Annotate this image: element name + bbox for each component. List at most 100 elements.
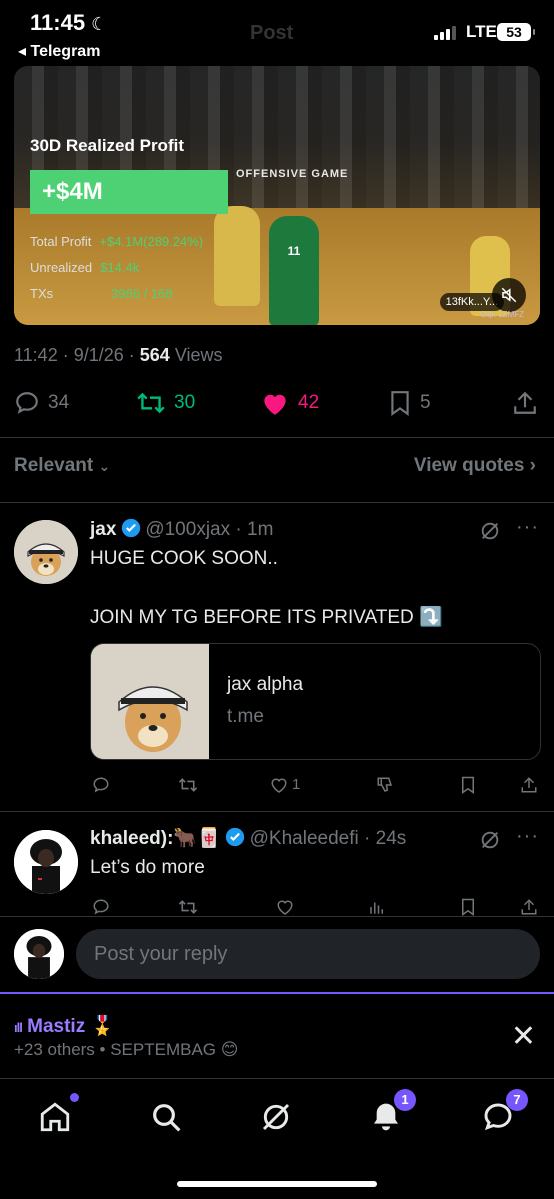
live-space-subtitle: +23 others • SEPTEMBAG 😊 — [14, 1040, 239, 1059]
bookmark-icon — [391, 391, 409, 416]
status-time: 11:45 ☾ — [30, 10, 108, 35]
repost-icon — [178, 900, 198, 914]
live-space-bar[interactable]: ıll Mastiz 🎖️ +23 others • SEPTEMBAG 😊 ✕ — [0, 992, 554, 1078]
tab-grok[interactable] — [256, 1097, 296, 1137]
share-icon — [521, 777, 537, 793]
avatar-character-image — [14, 830, 78, 894]
post-meta: 11:42 · 9/1/26 · 564 Views — [14, 345, 223, 365]
stat-title: 30D Realized Profit — [30, 136, 184, 155]
overlay-text: OFFENSIVE GAME — [236, 168, 349, 180]
stat-row: TXs 3986 / 168 — [30, 286, 173, 301]
heart-icon — [271, 778, 287, 793]
link-domain: t.me — [227, 706, 264, 727]
reply-button[interactable]: 34 — [14, 390, 69, 416]
divider — [0, 811, 554, 812]
grok-icon — [262, 1103, 290, 1131]
like-button[interactable]: 42 — [260, 390, 319, 416]
bookmark-button[interactable]: 5 — [388, 390, 431, 416]
stat-row: Unrealized $14.4k — [30, 260, 140, 275]
more-options-icon[interactable]: ··· — [516, 516, 539, 539]
reply-time: 1m — [247, 519, 274, 540]
repost-button[interactable]: 30 — [136, 390, 195, 416]
reply-icon — [93, 777, 109, 793]
reply-icon — [16, 392, 38, 414]
tab-search[interactable] — [146, 1097, 186, 1137]
post-actions: 34 30 42 5 — [0, 390, 554, 422]
avatar-dog-image — [14, 520, 78, 584]
tab-notifications[interactable]: 1 — [366, 1089, 416, 1137]
notification-dot — [70, 1093, 79, 1102]
repost-icon — [137, 392, 165, 414]
reply-button[interactable] — [92, 898, 110, 916]
like-button[interactable]: 1 — [270, 776, 300, 793]
downvote-button[interactable] — [376, 776, 394, 794]
grok-icon[interactable] — [479, 829, 501, 851]
reply-text: HUGE COOK SOON.. — [90, 548, 278, 569]
avatar[interactable] — [14, 520, 78, 584]
reply-time: 24s — [375, 828, 407, 849]
share-icon — [514, 391, 536, 414]
status-bar: 11:45 ☾ ◂ Telegram Post LTE 53 — [0, 0, 554, 64]
bookmark-button[interactable] — [460, 776, 476, 794]
bottom-tab-bar: 1 7 — [0, 1078, 554, 1199]
audio-wave-icon: ıll — [14, 1020, 23, 1035]
my-avatar[interactable] — [14, 929, 64, 979]
verified-icon — [226, 827, 245, 847]
like-button[interactable] — [276, 898, 294, 915]
moon-icon: ☾ — [91, 14, 108, 34]
profit-value: +$4M — [30, 170, 228, 214]
analytics-icon — [370, 902, 383, 914]
repost-button[interactable] — [178, 776, 198, 794]
dog-image — [91, 644, 209, 759]
reply-handle[interactable]: @100xjax — [145, 519, 230, 540]
reply-author-name[interactable]: jax — [90, 519, 116, 540]
heart-icon — [277, 900, 293, 915]
link-preview-card[interactable]: jax alpha t.me — [90, 643, 541, 760]
reply-handle[interactable]: @Khaleedefi — [250, 828, 359, 849]
sort-dropdown[interactable]: Relevant ⌄ — [14, 455, 110, 477]
bookmark-icon — [462, 898, 474, 916]
bookmark-button[interactable] — [460, 898, 476, 916]
speaker-muted-icon — [501, 287, 517, 303]
tab-messages[interactable]: 7 — [478, 1089, 528, 1137]
mute-button[interactable] — [492, 278, 526, 312]
stat-row: Total Profit +$4.1M(289.24%) — [30, 234, 204, 249]
post-video[interactable]: 11 30D Realized Profit +$4M OFFENSIVE GA… — [14, 66, 540, 325]
repost-button[interactable] — [178, 898, 198, 916]
back-to-telegram-link[interactable]: ◂ Telegram — [18, 41, 100, 61]
search-icon — [153, 1104, 181, 1132]
close-icon[interactable]: ✕ — [511, 1022, 536, 1052]
network-label: LTE — [466, 22, 497, 41]
divider — [0, 437, 554, 438]
views-button[interactable] — [368, 898, 386, 916]
home-icon — [40, 1102, 70, 1132]
reply-header: jax @100xjax · 1m — [90, 518, 274, 540]
reply-input[interactable]: Post your reply — [76, 929, 540, 979]
share-button[interactable] — [520, 898, 538, 916]
reply-button[interactable] — [92, 776, 110, 794]
share-button[interactable] — [512, 390, 538, 416]
battery-icon: 53 — [497, 23, 535, 41]
verified-icon — [121, 518, 141, 538]
more-options-icon[interactable]: ··· — [516, 825, 539, 848]
player-figure — [214, 206, 260, 306]
tab-home[interactable] — [35, 1093, 79, 1137]
reply-composer: Post your reply — [0, 916, 554, 994]
share-icon — [521, 899, 537, 915]
avatar[interactable] — [14, 830, 78, 894]
reply-author-name[interactable]: khaleed):🐂🀄 — [90, 828, 221, 849]
link-title: jax alpha — [227, 674, 304, 695]
share-button[interactable] — [520, 776, 538, 794]
live-space-host: ıll Mastiz 🎖️ — [14, 1016, 115, 1037]
thumbs-down-icon — [377, 777, 393, 792]
page-title: Post — [250, 22, 294, 44]
bookmark-icon — [462, 776, 474, 794]
reply-actions: 1 — [90, 776, 541, 800]
grok-icon[interactable] — [479, 520, 501, 542]
chevron-right-icon: › — [529, 455, 536, 476]
divider — [0, 502, 554, 503]
reply-text: Let’s do more — [90, 857, 205, 878]
view-quotes-link[interactable]: View quotes › — [414, 455, 536, 477]
player-figure: 11 — [269, 216, 319, 325]
home-indicator — [177, 1181, 377, 1187]
